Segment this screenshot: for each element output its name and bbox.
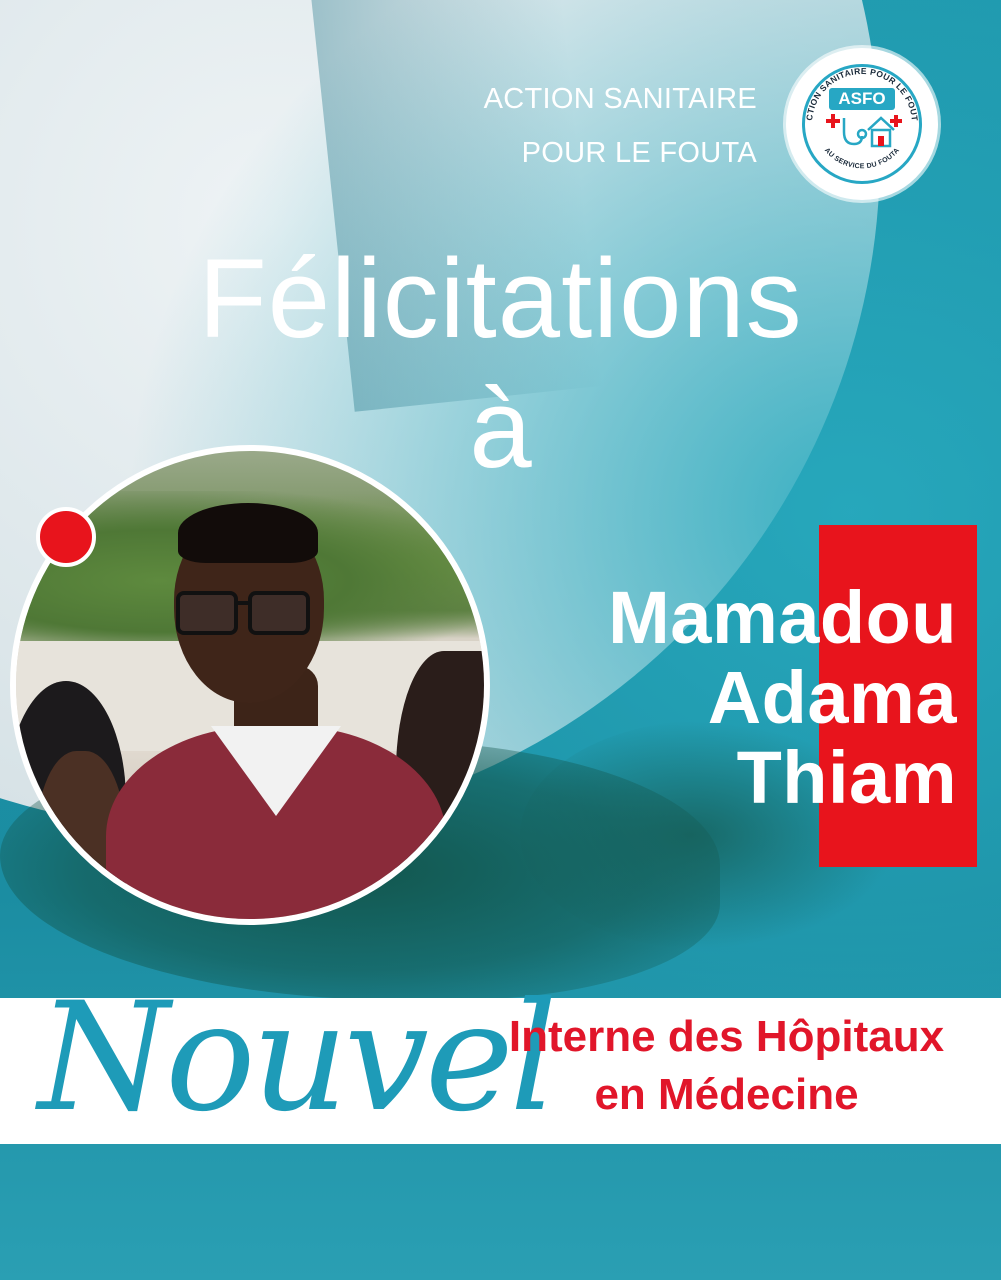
- logo-abbreviation: ASFO: [829, 88, 895, 110]
- logo-ring-bottom-text: AU SERVICE DU FOUTA: [823, 147, 901, 170]
- headline-felicitations: Félicitations: [198, 236, 803, 361]
- svg-text:AU SERVICE DU FOUTA: AU SERVICE DU FOUTA: [823, 147, 901, 170]
- honoree-name: Mamadou Adama Thiam: [437, 578, 957, 818]
- poster: ACTION SANITAIRE POUR LE FOUTA ACTION SA…: [0, 0, 1001, 1280]
- organization-name-line1: ACTION SANITAIRE: [483, 83, 757, 115]
- photo-glasses-bridge: [234, 601, 252, 605]
- logo-ring-top-text: ACTION SANITAIRE POUR LE FOUTA: [786, 48, 920, 122]
- stethoscope-icon: [842, 118, 868, 146]
- svg-text:ACTION SANITAIRE POUR LE FOUTA: ACTION SANITAIRE POUR LE FOUTA: [786, 48, 920, 122]
- photo-hair: [178, 503, 318, 563]
- honoree-first-name: Mamadou: [608, 576, 957, 659]
- photo-glasses-left: [176, 591, 238, 635]
- honoree-middle-name: Adama: [707, 656, 957, 739]
- banner-role-line1: Interne des Hôpitaux: [508, 1012, 945, 1061]
- logo-graphic: ACTION SANITAIRE POUR LE FOUTA AU SERVIC…: [786, 48, 920, 170]
- banner-role-line2: en Médecine: [594, 1070, 859, 1119]
- asfo-logo: ACTION SANITAIRE POUR LE FOUTA AU SERVIC…: [786, 48, 938, 200]
- organization-name-line2: POUR LE FOUTA: [521, 137, 757, 169]
- banner-role: Interne des Hôpitaux en Médecine: [474, 1008, 979, 1124]
- photo-glasses-right: [248, 591, 310, 635]
- organization-name: ACTION SANITAIRE POUR LE FOUTA: [397, 72, 757, 180]
- red-dot-decoration: [36, 507, 96, 567]
- honoree-last-name: Thiam: [736, 736, 957, 819]
